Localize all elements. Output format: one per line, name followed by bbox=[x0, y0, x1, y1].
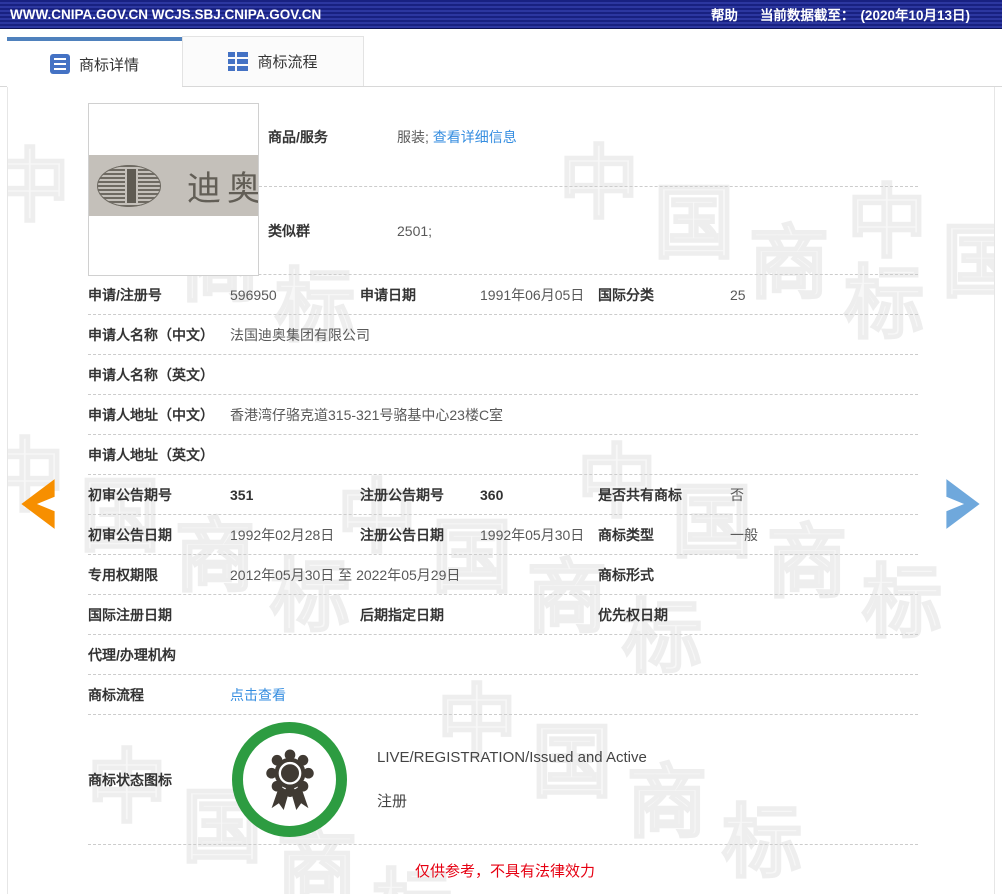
table-row: 初审公告期号 351 注册公告期号 360 是否共有商标 否 bbox=[88, 475, 918, 515]
view-details-link[interactable]: 查看详细信息 bbox=[433, 129, 517, 145]
table-row: 申请人地址（英文） bbox=[88, 435, 918, 475]
field-label: 申请人名称（中文） bbox=[88, 326, 214, 343]
field-label: 是否共有商标 bbox=[598, 486, 682, 503]
field-label: 后期指定日期 bbox=[360, 606, 444, 623]
table-row: 国际注册日期 后期指定日期 优先权日期 bbox=[88, 595, 918, 635]
field-label: 商标状态图标 bbox=[88, 771, 172, 788]
field-value: 2501; bbox=[397, 223, 433, 239]
field-value: 服装; 查看详细信息 bbox=[397, 128, 517, 145]
field-value: 否 bbox=[730, 486, 744, 503]
data-cutoff-value: (2020年10月13日) bbox=[860, 8, 970, 23]
field-label: 初审公告期号 bbox=[88, 486, 172, 503]
field-label: 申请人名称（英文） bbox=[88, 366, 214, 383]
field-value: 25 bbox=[730, 286, 746, 303]
table-row: 商标流程 点击查看 bbox=[88, 675, 918, 715]
field-label: 商品/服务 bbox=[268, 128, 328, 145]
field-value: 2012年05月30日 至 2022年05月29日 bbox=[230, 566, 461, 583]
trademark-text: 迪奥 bbox=[187, 171, 259, 208]
field-value: 香港湾仔骆克道315-321号骆基中心23楼C室 bbox=[230, 406, 504, 423]
content-frame: 中国商标中国商标中国商标中国商标中国商标中国商标中国商标中国商标 迪奥 商品/服… bbox=[7, 87, 995, 894]
field-label: 国际分类 bbox=[598, 286, 654, 303]
field-label: 商标流程 bbox=[88, 686, 144, 703]
table-row: 申请人地址（中文） 香港湾仔骆克道315-321号骆基中心23楼C室 bbox=[88, 395, 918, 435]
field-label: 申请日期 bbox=[360, 286, 416, 303]
tab-bar: 商标详情 商标流程 bbox=[0, 33, 1002, 87]
table-row: 申请/注册号 596950 申请日期 1991年06月05日 国际分类 25 bbox=[88, 275, 918, 315]
field-value: 360 bbox=[480, 486, 504, 503]
tab-label: 商标流程 bbox=[257, 54, 318, 71]
form-lines-icon bbox=[49, 54, 70, 74]
award-ribbon-icon bbox=[232, 722, 347, 837]
similar-group-row: 类似群 2501; bbox=[259, 187, 918, 275]
trademark-scan: 迪奥 bbox=[89, 155, 258, 216]
field-value: 法国迪奥集团有限公司 bbox=[230, 326, 370, 343]
field-value: 一般 bbox=[730, 526, 758, 543]
data-cutoff-label: 当前数据截至： bbox=[759, 8, 855, 23]
footer-row: 仅供参考，不具有法律效力 bbox=[88, 845, 918, 894]
data-cutoff: 当前数据截至： (2020年10月13日) bbox=[760, 4, 970, 24]
disclaimer-text: 仅供参考，不具有法律效力 bbox=[415, 862, 596, 880]
site-urls: WWW.CNIPA.GOV.CN WCJS.SBJ.CNIPA.GOV.CN bbox=[10, 6, 322, 22]
field-label: 国际注册日期 bbox=[88, 606, 172, 623]
field-label: 申请/注册号 bbox=[88, 286, 162, 303]
chevron-right-icon[interactable] bbox=[944, 477, 982, 531]
status-row: 商标状态图标 LIVE/REGISTRATION/Issued and Acti… bbox=[88, 715, 918, 845]
tab-trademark-detail[interactable]: 商标详情 bbox=[7, 37, 182, 87]
field-label: 初审公告日期 bbox=[88, 526, 172, 543]
status-line-cn: 注册 bbox=[377, 792, 408, 810]
trademark-image[interactable]: 迪奥 bbox=[88, 103, 259, 276]
field-value: 351 bbox=[230, 486, 254, 503]
table-row: 专用权期限 2012年05月30日 至 2022年05月29日 商标形式 bbox=[88, 555, 918, 595]
field-label: 商标类型 bbox=[598, 526, 654, 543]
field-label: 商标形式 bbox=[598, 566, 654, 583]
field-label: 注册公告期号 bbox=[360, 486, 444, 503]
table-row: 代理/办理机构 bbox=[88, 635, 918, 675]
table-row: 申请人名称（中文） 法国迪奥集团有限公司 bbox=[88, 315, 918, 355]
status-line-en: LIVE/REGISTRATION/Issued and Active bbox=[377, 748, 647, 766]
list-icon bbox=[228, 52, 249, 72]
table-row: 申请人名称（英文） bbox=[88, 355, 918, 395]
field-label: 申请人地址（英文） bbox=[88, 446, 214, 463]
field-label: 申请人地址（中文） bbox=[88, 406, 214, 423]
goods-services-row: 商品/服务 服装; 查看详细信息 bbox=[259, 87, 918, 187]
field-value: 1992年05月30日 bbox=[480, 526, 585, 543]
help-link[interactable]: 帮助 bbox=[711, 4, 738, 24]
field-label: 优先权日期 bbox=[598, 606, 668, 623]
field-value: 1991年06月05日 bbox=[480, 286, 585, 303]
top-bar: WWW.CNIPA.GOV.CN WCJS.SBJ.CNIPA.GOV.CN 帮… bbox=[0, 0, 1002, 29]
click-to-view-link[interactable]: 点击查看 bbox=[230, 685, 286, 705]
field-label: 类似群 bbox=[268, 223, 310, 239]
field-label: 注册公告日期 bbox=[360, 526, 444, 543]
field-value: 1992年02月28日 bbox=[230, 526, 335, 543]
trademark-detail-table: 迪奥 商品/服务 服装; 查看详细信息 类似群 2501; 申请/注册号 596… bbox=[8, 87, 994, 894]
field-label: 代理/办理机构 bbox=[88, 646, 176, 663]
field-value: 596950 bbox=[230, 286, 277, 303]
tab-trademark-process[interactable]: 商标流程 bbox=[182, 36, 364, 86]
trademark-logo-oval bbox=[97, 164, 161, 207]
tab-label: 商标详情 bbox=[78, 56, 139, 74]
field-label: 专用权期限 bbox=[88, 566, 158, 583]
table-row: 初审公告日期 1992年02月28日 注册公告日期 1992年05月30日 商标… bbox=[88, 515, 918, 555]
table-row: 迪奥 商品/服务 服装; 查看详细信息 类似群 2501; bbox=[88, 87, 918, 276]
divider bbox=[172, 160, 178, 211]
chevron-left-icon[interactable] bbox=[19, 477, 57, 531]
